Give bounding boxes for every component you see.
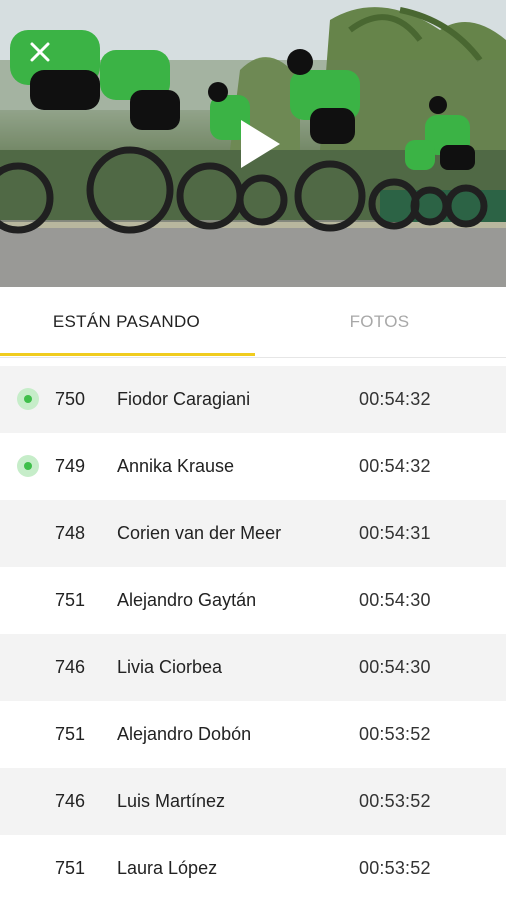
rider-name: Annika Krause <box>117 456 235 476</box>
bib-number: 749 <box>55 456 86 476</box>
rider-name: Corien van der Meer <box>117 523 282 543</box>
live-indicator-icon <box>17 388 39 410</box>
rider-time: 00:54:32 <box>359 456 431 476</box>
list-item[interactable]: 751 Alejandro Gaytán 00:54:30 <box>0 567 506 634</box>
tab-estan-pasando[interactable]: ESTÁN PASANDO <box>0 287 253 357</box>
rider-time: 00:53:52 <box>359 724 431 744</box>
list-item[interactable]: 749 Annika Krause 00:54:32 <box>0 433 506 500</box>
rider-list: 750 Fiodor Caragiani 00:54:32 749 Annika… <box>0 366 506 902</box>
bib-number: 750 <box>55 389 86 409</box>
list-item[interactable]: 746 Livia Ciorbea 00:54:30 <box>0 634 506 701</box>
rider-name: Alejandro Gaytán <box>117 590 257 610</box>
list-item[interactable]: 751 Alejandro Dobón 00:53:52 <box>0 701 506 768</box>
rider-time: 00:54:30 <box>359 590 431 610</box>
bib-number: 746 <box>55 657 86 677</box>
rider-time: 00:54:30 <box>359 657 431 677</box>
live-indicator-icon <box>17 455 39 477</box>
bib-number: 751 <box>55 858 86 878</box>
bib-number: 751 <box>55 590 86 610</box>
close-button[interactable] <box>24 36 56 68</box>
list-item[interactable]: 750 Fiodor Caragiani 00:54:32 <box>0 366 506 433</box>
rider-name: Livia Ciorbea <box>117 657 223 677</box>
play-icon <box>241 120 280 168</box>
tab-label: ESTÁN PASANDO <box>52 312 201 331</box>
list-item[interactable]: 748 Corien van der Meer 00:54:31 <box>0 500 506 567</box>
rider-name: Alejandro Dobón <box>117 724 252 744</box>
rider-time: 00:53:52 <box>359 858 431 878</box>
rider-name: Fiodor Caragiani <box>117 389 251 409</box>
bib-number: 751 <box>55 724 86 744</box>
tab-bar: ESTÁN PASANDO FOTOS <box>0 287 506 358</box>
list-item[interactable]: 746 Luis Martínez 00:53:52 <box>0 768 506 835</box>
close-icon <box>30 42 50 62</box>
tab-label: FOTOS <box>349 312 410 331</box>
play-button[interactable] <box>232 114 288 174</box>
bib-number: 748 <box>55 523 86 543</box>
rider-name: Luis Martínez <box>117 791 226 811</box>
rider-time: 00:53:52 <box>359 791 431 811</box>
tab-fotos[interactable]: FOTOS <box>253 287 506 357</box>
active-tab-indicator <box>0 353 255 356</box>
list-item[interactable]: 751 Laura López 00:53:52 <box>0 835 506 902</box>
bib-number: 746 <box>55 791 86 811</box>
video-player[interactable] <box>0 0 506 287</box>
rider-time: 00:54:31 <box>359 523 431 543</box>
rider-time: 00:54:32 <box>359 389 431 409</box>
rider-name: Laura López <box>117 858 218 878</box>
